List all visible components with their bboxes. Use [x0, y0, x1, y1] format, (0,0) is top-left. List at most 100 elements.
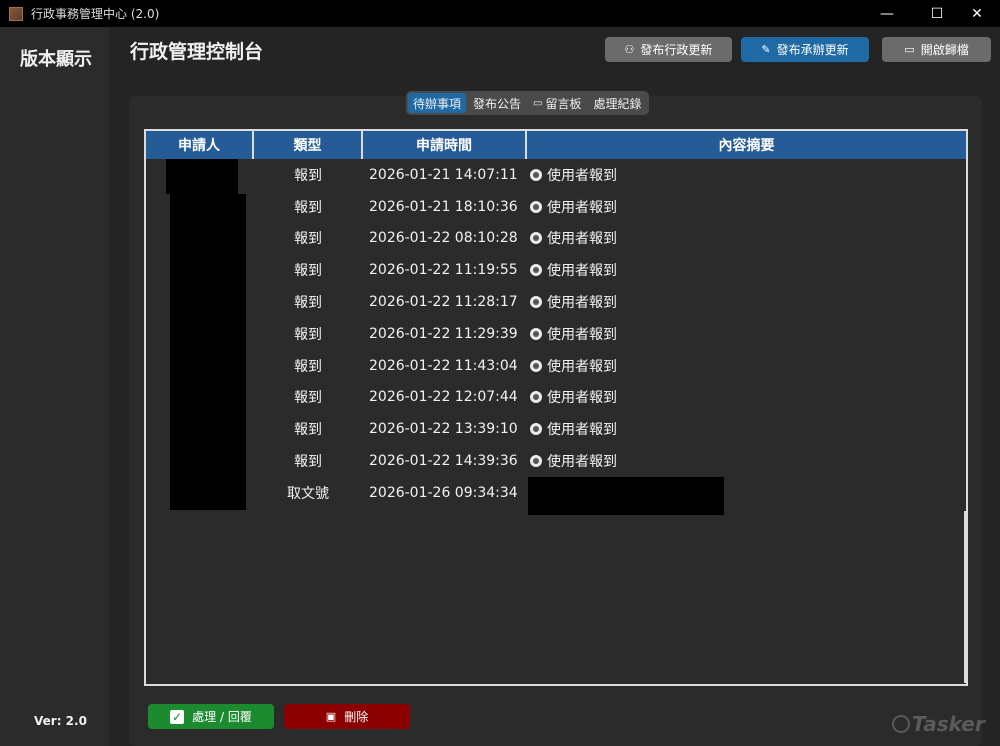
summary-cell: 使用者報到 [530, 254, 617, 286]
table-row[interactable]: 報到 2026-01-22 11:29:39 使用者報到 [146, 318, 966, 350]
time-cell: 2026-01-22 11:43:04 [369, 357, 518, 374]
version-label: Ver: 2.0 [34, 714, 87, 728]
title-bar: 行政事務管理中心 (2.0) — ☐ ✕ [0, 0, 1000, 27]
checkmark-icon: ✓ [170, 709, 185, 724]
notification-icon [530, 391, 542, 404]
table-row[interactable]: 報到 2026-01-22 14:39:36 使用者報到 [146, 445, 966, 477]
delete-button[interactable]: ▣ 刪除 [284, 704, 410, 729]
table-row[interactable]: 報到 2026-01-21 18:10:36 使用者報到 [146, 191, 966, 223]
summary-text: 使用者報到 [547, 231, 617, 248]
summary-text: 使用者報到 [547, 263, 617, 280]
notification-icon [530, 232, 542, 245]
redacted-summary-block [528, 477, 724, 515]
sidebar-title: 版本顯示 [20, 49, 92, 70]
tab-bar: 待辦事項 發布公告 ▭ 留言板 處理紀錄 [406, 91, 649, 115]
tab-announcement-label: 發布公告 [473, 96, 522, 111]
time-cell: 2026-01-21 18:10:36 [369, 198, 518, 215]
column-header-type[interactable]: 類型 [254, 131, 363, 159]
type-cell: 報到 [294, 167, 322, 184]
type-cell: 報到 [294, 422, 322, 439]
time-cell: 2026-01-22 14:39:36 [369, 453, 518, 470]
tab-history-label: 處理紀錄 [593, 96, 642, 111]
time-cell: 2026-01-26 09:34:34 [369, 484, 518, 501]
summary-cell: 使用者報到 [530, 318, 617, 350]
window-title: 行政事務管理中心 (2.0) [31, 7, 160, 21]
table-row[interactable]: 報到 2026-01-22 12:07:44 使用者報到 [146, 382, 966, 414]
tab-history[interactable]: 處理紀錄 [589, 93, 647, 113]
type-cell: 取文號 [287, 485, 329, 502]
notification-icon [530, 264, 542, 277]
tab-todo[interactable]: 待辦事項 [408, 93, 467, 113]
summary-cell: 使用者報到 [530, 191, 617, 223]
summary-text: 使用者報到 [547, 422, 617, 439]
column-header-applicant[interactable]: 申請人 [146, 131, 254, 159]
notification-icon [530, 359, 542, 372]
tab-todo-label: 待辦事項 [413, 96, 462, 111]
summary-cell: 使用者報到 [530, 413, 617, 445]
summary-cell: 使用者報到 [530, 382, 617, 414]
summary-text: 使用者報到 [547, 199, 617, 216]
table-body: 報到 2026-01-21 14:07:11 使用者報到 報到 2026-01-… [146, 159, 966, 509]
summary-cell: 使用者報到 [530, 445, 617, 477]
minimize-button[interactable]: — [864, 0, 910, 27]
open-archive-button[interactable]: ▭ 開啟歸檔 [882, 37, 991, 62]
tasker-logo-icon [892, 715, 910, 733]
watermark-logo: Tasker [892, 712, 985, 736]
publish-handler-update-label: 發布承辦更新 [776, 43, 849, 57]
time-cell: 2026-01-22 11:19:55 [369, 262, 518, 279]
publish-admin-update-label: 發布行政更新 [640, 43, 713, 57]
redacted-applicant-block [170, 194, 246, 510]
type-cell: 報到 [294, 326, 322, 343]
close-button[interactable]: ✕ [954, 0, 1000, 27]
tab-announcement[interactable]: 發布公告 [468, 93, 526, 113]
summary-text: 使用者報到 [547, 454, 617, 471]
time-cell: 2026-01-22 11:28:17 [369, 294, 518, 311]
open-archive-label: 開啟歸檔 [920, 43, 969, 57]
time-cell: 2026-01-22 13:39:10 [369, 421, 518, 438]
publish-admin-update-button[interactable]: ⚇ 發布行政更新 [605, 37, 732, 62]
notification-icon [530, 296, 542, 309]
type-cell: 報到 [294, 390, 322, 407]
notification-icon [530, 423, 542, 436]
table-row[interactable]: 報到 2026-01-22 08:10:28 使用者報到 [146, 223, 966, 255]
type-cell: 報到 [294, 358, 322, 375]
summary-text: 使用者報到 [547, 390, 617, 407]
main-area: 行政管理控制台 ⚇ 發布行政更新 ✎ 發布承辦更新 ▭ 開啟歸檔 待辦事項 發布… [110, 27, 1000, 746]
time-cell: 2026-01-22 08:10:28 [369, 230, 518, 247]
tab-message-board[interactable]: ▭ 留言板 [528, 93, 586, 113]
folder-icon: ▭ [904, 43, 915, 56]
process-reply-button[interactable]: ✓ 處理 / 回覆 [148, 704, 274, 729]
notification-icon [530, 455, 542, 468]
people-icon: ⚇ [624, 43, 635, 56]
page-title: 行政管理控制台 [130, 41, 264, 63]
table-row[interactable]: 報到 2026-01-22 13:39:10 使用者報到 [146, 413, 966, 445]
summary-cell: 使用者報到 [530, 159, 617, 191]
summary-cell: 使用者報到 [530, 286, 617, 318]
sidebar: 版本顯示 Ver: 2.0 [0, 27, 110, 746]
summary-text: 使用者報到 [547, 295, 617, 312]
request-table: 申請人 類型 申請時間 內容摘要 報到 2026-01-21 14:07:11 … [144, 129, 968, 686]
table-row[interactable]: 報到 2026-01-22 11:43:04 使用者報到 [146, 350, 966, 382]
redacted-applicant-block [166, 159, 238, 194]
trash-icon: ▣ [325, 710, 337, 723]
column-header-summary[interactable]: 內容摘要 [527, 131, 966, 159]
summary-cell: 使用者報到 [530, 350, 617, 382]
column-header-time[interactable]: 申請時間 [363, 131, 527, 159]
table-header: 申請人 類型 申請時間 內容摘要 [146, 131, 966, 159]
time-cell: 2026-01-22 12:07:44 [369, 389, 518, 406]
message-board-icon: ▭ [533, 97, 543, 109]
watermark-text: Tasker [912, 712, 985, 736]
app-icon [9, 6, 23, 21]
table-row[interactable]: 報到 2026-01-22 11:28:17 使用者報到 [146, 286, 966, 318]
summary-text: 使用者報到 [547, 326, 617, 343]
table-row[interactable]: 報到 2026-01-21 14:07:11 使用者報到 [146, 159, 966, 191]
table-row[interactable]: 報到 2026-01-22 11:19:55 使用者報到 [146, 254, 966, 286]
type-cell: 報到 [294, 295, 322, 312]
pen-icon: ✎ [761, 43, 771, 56]
time-cell: 2026-01-22 11:29:39 [369, 325, 518, 342]
publish-handler-update-button[interactable]: ✎ 發布承辦更新 [741, 37, 869, 62]
tab-message-board-label: 留言板 [545, 96, 582, 111]
process-reply-label: 處理 / 回覆 [192, 710, 252, 724]
type-cell: 報到 [294, 263, 322, 280]
summary-text: 使用者報到 [547, 167, 617, 184]
